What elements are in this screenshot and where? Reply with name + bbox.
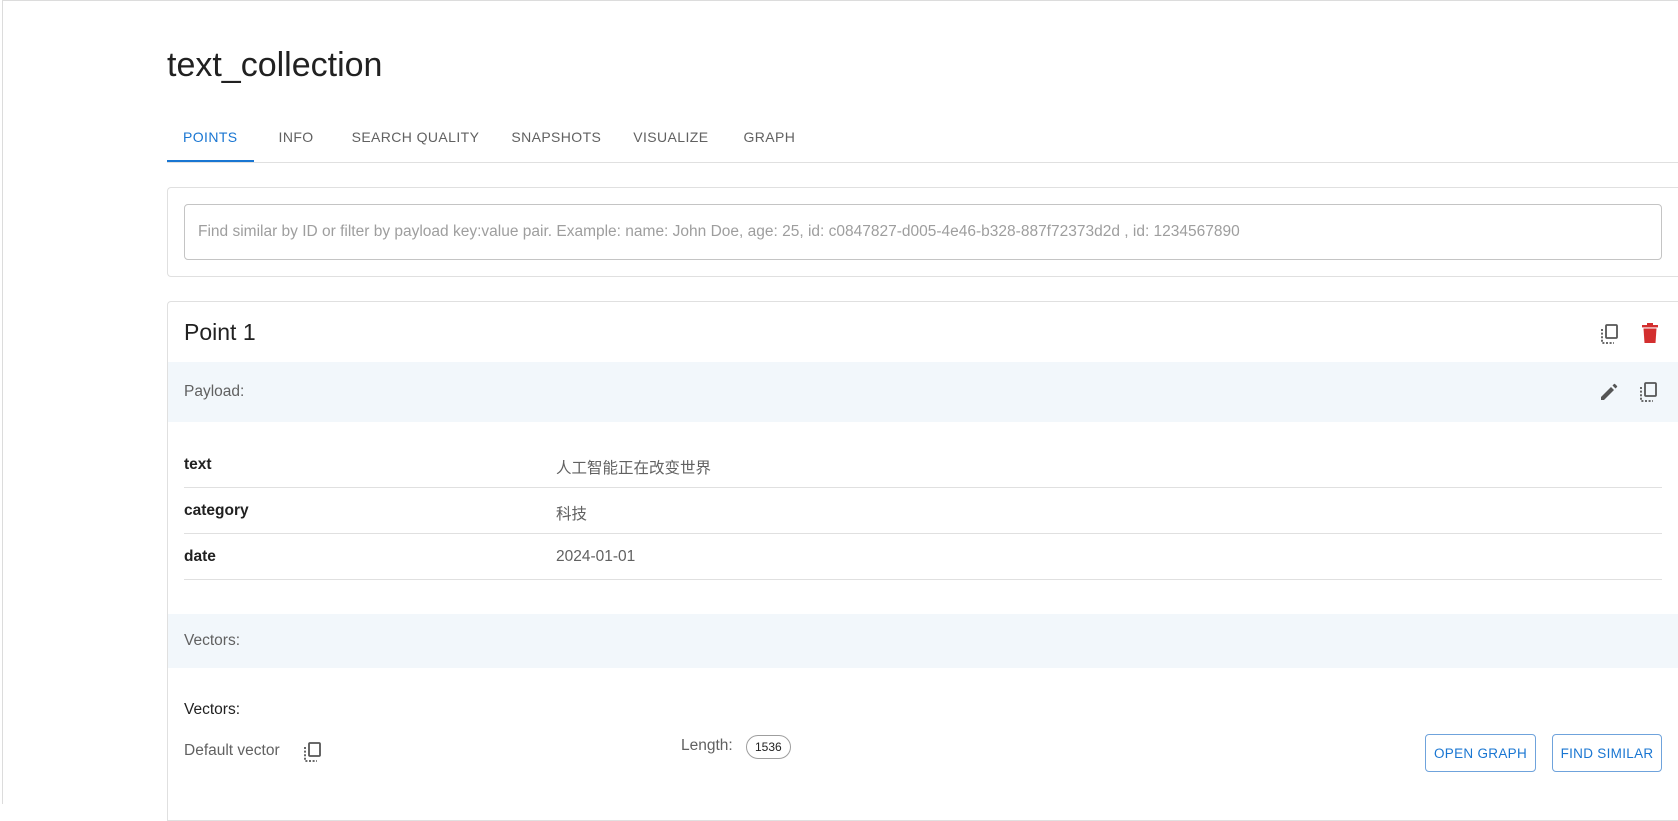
payload-key: text (184, 456, 212, 473)
delete-point-button[interactable] (1636, 319, 1664, 347)
vector-name: Default vector (184, 742, 280, 759)
delete-icon (1642, 323, 1658, 343)
vectors-header: Vectors: (168, 614, 1678, 668)
vectors-heading: Vectors: (184, 701, 240, 718)
payload-value: 科技 (556, 506, 588, 523)
edit-payload-button[interactable] (1595, 378, 1623, 406)
copy-icon (304, 742, 321, 762)
search-input[interactable] (184, 204, 1662, 260)
payload-key: category (184, 502, 249, 519)
tab-bar: POINTS INFO SEARCH QUALITY SNAPSHOTS VIS… (167, 112, 1678, 163)
tab-points[interactable]: POINTS (167, 112, 254, 162)
payload-row: date 2024-01-01 (184, 534, 1662, 580)
payload-table: text 人工智能正在改变世界 category 科技 date 2024-01… (184, 442, 1662, 580)
payload-label: Payload: (184, 383, 245, 400)
copy-point-button[interactable] (1596, 320, 1624, 348)
copy-payload-button[interactable] (1635, 378, 1663, 406)
copy-icon (1601, 324, 1618, 344)
payload-row: category 科技 (184, 488, 1662, 534)
payload-header: Payload: (168, 362, 1678, 422)
tab-visualize[interactable]: VISUALIZE (617, 112, 724, 161)
tab-search-quality[interactable]: SEARCH QUALITY (336, 112, 496, 161)
payload-row: text 人工智能正在改变世界 (184, 442, 1662, 488)
vector-length-chip: 1536 (746, 735, 791, 759)
edit-icon (1601, 383, 1618, 400)
search-card (167, 187, 1678, 277)
tab-graph[interactable]: GRAPH (724, 112, 811, 161)
page-title: text_collection (167, 46, 383, 84)
tab-info[interactable]: INFO (254, 112, 336, 161)
find-similar-button[interactable]: FIND SIMILAR (1552, 734, 1662, 772)
vector-length-label: Length: (681, 737, 733, 754)
payload-key: date (184, 548, 216, 565)
copy-icon (1640, 382, 1657, 402)
vectors-band-label: Vectors: (184, 632, 240, 649)
open-graph-button[interactable]: OPEN GRAPH (1425, 734, 1536, 772)
tab-snapshots[interactable]: SNAPSHOTS (495, 112, 617, 161)
point-title: Point 1 (184, 319, 256, 345)
copy-vector-button[interactable] (299, 738, 327, 766)
payload-value: 人工智能正在改变世界 (556, 460, 712, 477)
point-card: Point 1 Payload: text 人工智能正在改变世界 categor… (167, 301, 1678, 821)
payload-value: 2024-01-01 (556, 548, 636, 565)
